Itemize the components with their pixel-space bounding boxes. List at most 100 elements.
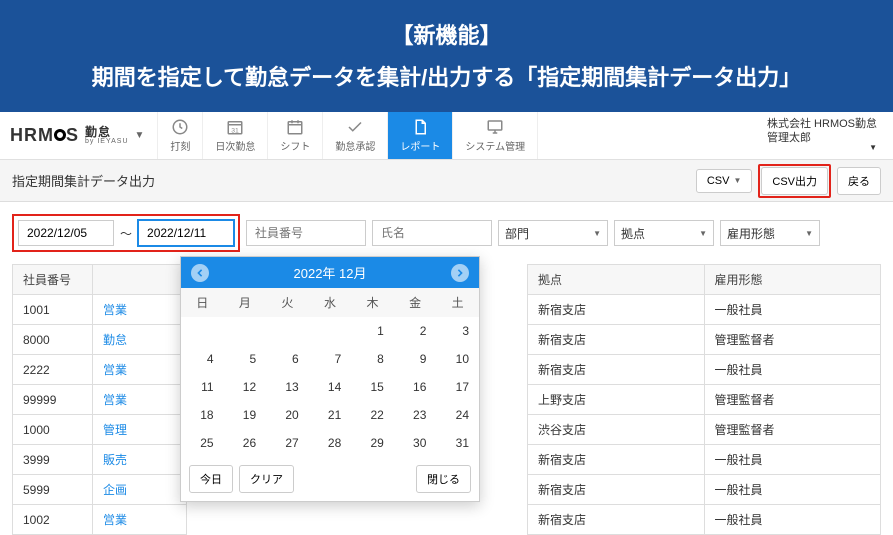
calendar-day[interactable]: 26 bbox=[224, 429, 267, 457]
cell-site: 新宿支店 bbox=[528, 325, 705, 355]
cell-tag[interactable]: 営業 bbox=[93, 355, 187, 385]
cell-tag[interactable]: 企画 bbox=[93, 475, 187, 505]
cell-tag[interactable]: 営業 bbox=[93, 295, 187, 325]
calendar-header: 2022年 12月 bbox=[181, 257, 479, 288]
cell-tag[interactable]: 勤怠 bbox=[93, 325, 187, 355]
calendar-prev-button[interactable] bbox=[191, 264, 209, 282]
calendar-dow: 火 bbox=[266, 288, 309, 317]
employee-no-input[interactable] bbox=[246, 220, 366, 246]
calendar-day[interactable]: 13 bbox=[266, 373, 309, 401]
back-button[interactable]: 戻る bbox=[837, 167, 881, 195]
calendar-day[interactable]: 2 bbox=[394, 317, 437, 345]
calendar-day[interactable]: 22 bbox=[351, 401, 394, 429]
table-row[interactable]: 新宿支店一般社員 bbox=[528, 355, 881, 385]
calendar-today-button[interactable]: 今日 bbox=[189, 465, 233, 493]
nav-item-daily[interactable]: 31 日次勤怠 bbox=[203, 112, 268, 159]
calendar-day bbox=[181, 317, 224, 345]
calendar-day[interactable]: 24 bbox=[436, 401, 479, 429]
csv-menu-button[interactable]: CSV▼ bbox=[696, 169, 753, 193]
calendar-day[interactable]: 5 bbox=[224, 345, 267, 373]
logo[interactable]: HRMS 勤怠 by IEYASU ▼ bbox=[10, 125, 145, 146]
calendar-day bbox=[224, 317, 267, 345]
calendar-day[interactable]: 1 bbox=[351, 317, 394, 345]
table-row[interactable]: 1002営業 bbox=[13, 505, 187, 535]
table-row[interactable]: 新宿支店一般社員 bbox=[528, 475, 881, 505]
nav-item-report[interactable]: レポート bbox=[388, 112, 453, 159]
calendar-day[interactable]: 8 bbox=[351, 345, 394, 373]
chevron-down-icon: ▼ bbox=[733, 176, 741, 185]
calendar-day[interactable]: 17 bbox=[436, 373, 479, 401]
nav-item-approval[interactable]: 勤怠承認 bbox=[323, 112, 388, 159]
calendar-day[interactable]: 28 bbox=[309, 429, 352, 457]
cell-tag[interactable]: 営業 bbox=[93, 385, 187, 415]
table-row[interactable]: 新宿支店一般社員 bbox=[528, 505, 881, 535]
nav-label: レポート bbox=[400, 138, 440, 153]
calendar-day[interactable]: 14 bbox=[309, 373, 352, 401]
cell-emp-type: 管理監督者 bbox=[704, 415, 881, 445]
calendar-day[interactable]: 30 bbox=[394, 429, 437, 457]
calendar-clear-button[interactable]: クリア bbox=[239, 465, 294, 493]
table-row[interactable]: 新宿支店一般社員 bbox=[528, 295, 881, 325]
calendar-day[interactable]: 9 bbox=[394, 345, 437, 373]
cell-site: 新宿支店 bbox=[528, 475, 705, 505]
calendar-day[interactable]: 29 bbox=[351, 429, 394, 457]
calendar-day[interactable]: 7 bbox=[309, 345, 352, 373]
calendar-day[interactable]: 25 bbox=[181, 429, 224, 457]
cell-emp-no: 8000 bbox=[13, 325, 93, 355]
calendar-day[interactable]: 11 bbox=[181, 373, 224, 401]
nav-label: システム管理 bbox=[465, 138, 525, 153]
calendar-day[interactable]: 19 bbox=[224, 401, 267, 429]
csv-export-button[interactable]: CSV出力 bbox=[761, 167, 828, 195]
calendar-close-button[interactable]: 閉じる bbox=[416, 465, 471, 493]
calendar-day[interactable]: 6 bbox=[266, 345, 309, 373]
table-row[interactable]: 8000勤怠 bbox=[13, 325, 187, 355]
logo-dropdown-icon[interactable]: ▼ bbox=[135, 130, 146, 141]
calendar-next-button[interactable] bbox=[451, 264, 469, 282]
table-row[interactable]: 1001営業 bbox=[13, 295, 187, 325]
table-row[interactable]: 新宿支店管理監督者 bbox=[528, 325, 881, 355]
date-from-input[interactable] bbox=[18, 220, 114, 246]
table-row[interactable]: 99999営業 bbox=[13, 385, 187, 415]
nav-item-timestamp[interactable]: 打刻 bbox=[157, 112, 203, 159]
calendar-day[interactable]: 21 bbox=[309, 401, 352, 429]
cell-site: 新宿支店 bbox=[528, 355, 705, 385]
table-row[interactable]: 上野支店管理監督者 bbox=[528, 385, 881, 415]
site-select[interactable]: 拠点▼ bbox=[614, 220, 714, 246]
cell-site: 渋谷支店 bbox=[528, 415, 705, 445]
cell-tag[interactable]: 販売 bbox=[93, 445, 187, 475]
calendar-day[interactable]: 27 bbox=[266, 429, 309, 457]
table-row[interactable]: 2222営業 bbox=[13, 355, 187, 385]
calendar-day[interactable]: 23 bbox=[394, 401, 437, 429]
table-row[interactable]: 新宿支店一般社員 bbox=[528, 445, 881, 475]
calendar-day[interactable]: 18 bbox=[181, 401, 224, 429]
date-picker-popup: 2022年 12月 日月火水木金土 1234567891011121314151… bbox=[180, 256, 480, 502]
cell-emp-type: 一般社員 bbox=[704, 355, 881, 385]
table-row[interactable]: 渋谷支店管理監督者 bbox=[528, 415, 881, 445]
calendar-day bbox=[266, 317, 309, 345]
calendar-day[interactable]: 31 bbox=[436, 429, 479, 457]
date-to-input[interactable] bbox=[138, 220, 234, 246]
calendar-day[interactable]: 4 bbox=[181, 345, 224, 373]
table-row[interactable]: 1000管理 bbox=[13, 415, 187, 445]
nav-item-system[interactable]: システム管理 bbox=[453, 112, 538, 159]
employment-type-select[interactable]: 雇用形態▼ bbox=[720, 220, 820, 246]
calendar-day[interactable]: 10 bbox=[436, 345, 479, 373]
table-row[interactable]: 5999企画 bbox=[13, 475, 187, 505]
nav-item-shift[interactable]: シフト bbox=[268, 112, 323, 159]
cell-tag[interactable]: 営業 bbox=[93, 505, 187, 535]
calendar-day[interactable]: 20 bbox=[266, 401, 309, 429]
calendar-day[interactable]: 16 bbox=[394, 373, 437, 401]
calendar-day-icon: 31 bbox=[226, 118, 244, 136]
employee-name-input[interactable] bbox=[372, 220, 492, 246]
department-select[interactable]: 部門▼ bbox=[498, 220, 608, 246]
table-row[interactable]: 3999販売 bbox=[13, 445, 187, 475]
report-icon bbox=[411, 118, 429, 136]
cell-emp-no: 1002 bbox=[13, 505, 93, 535]
calendar-day[interactable]: 15 bbox=[351, 373, 394, 401]
user-menu[interactable]: 株式会社 HRMOS勤怠 管理太郎 ▼ bbox=[767, 117, 883, 154]
calendar-day[interactable]: 3 bbox=[436, 317, 479, 345]
nav-label: 打刻 bbox=[170, 138, 190, 153]
calendar-day[interactable]: 12 bbox=[224, 373, 267, 401]
logo-text-s: S bbox=[66, 125, 79, 146]
cell-tag[interactable]: 管理 bbox=[93, 415, 187, 445]
